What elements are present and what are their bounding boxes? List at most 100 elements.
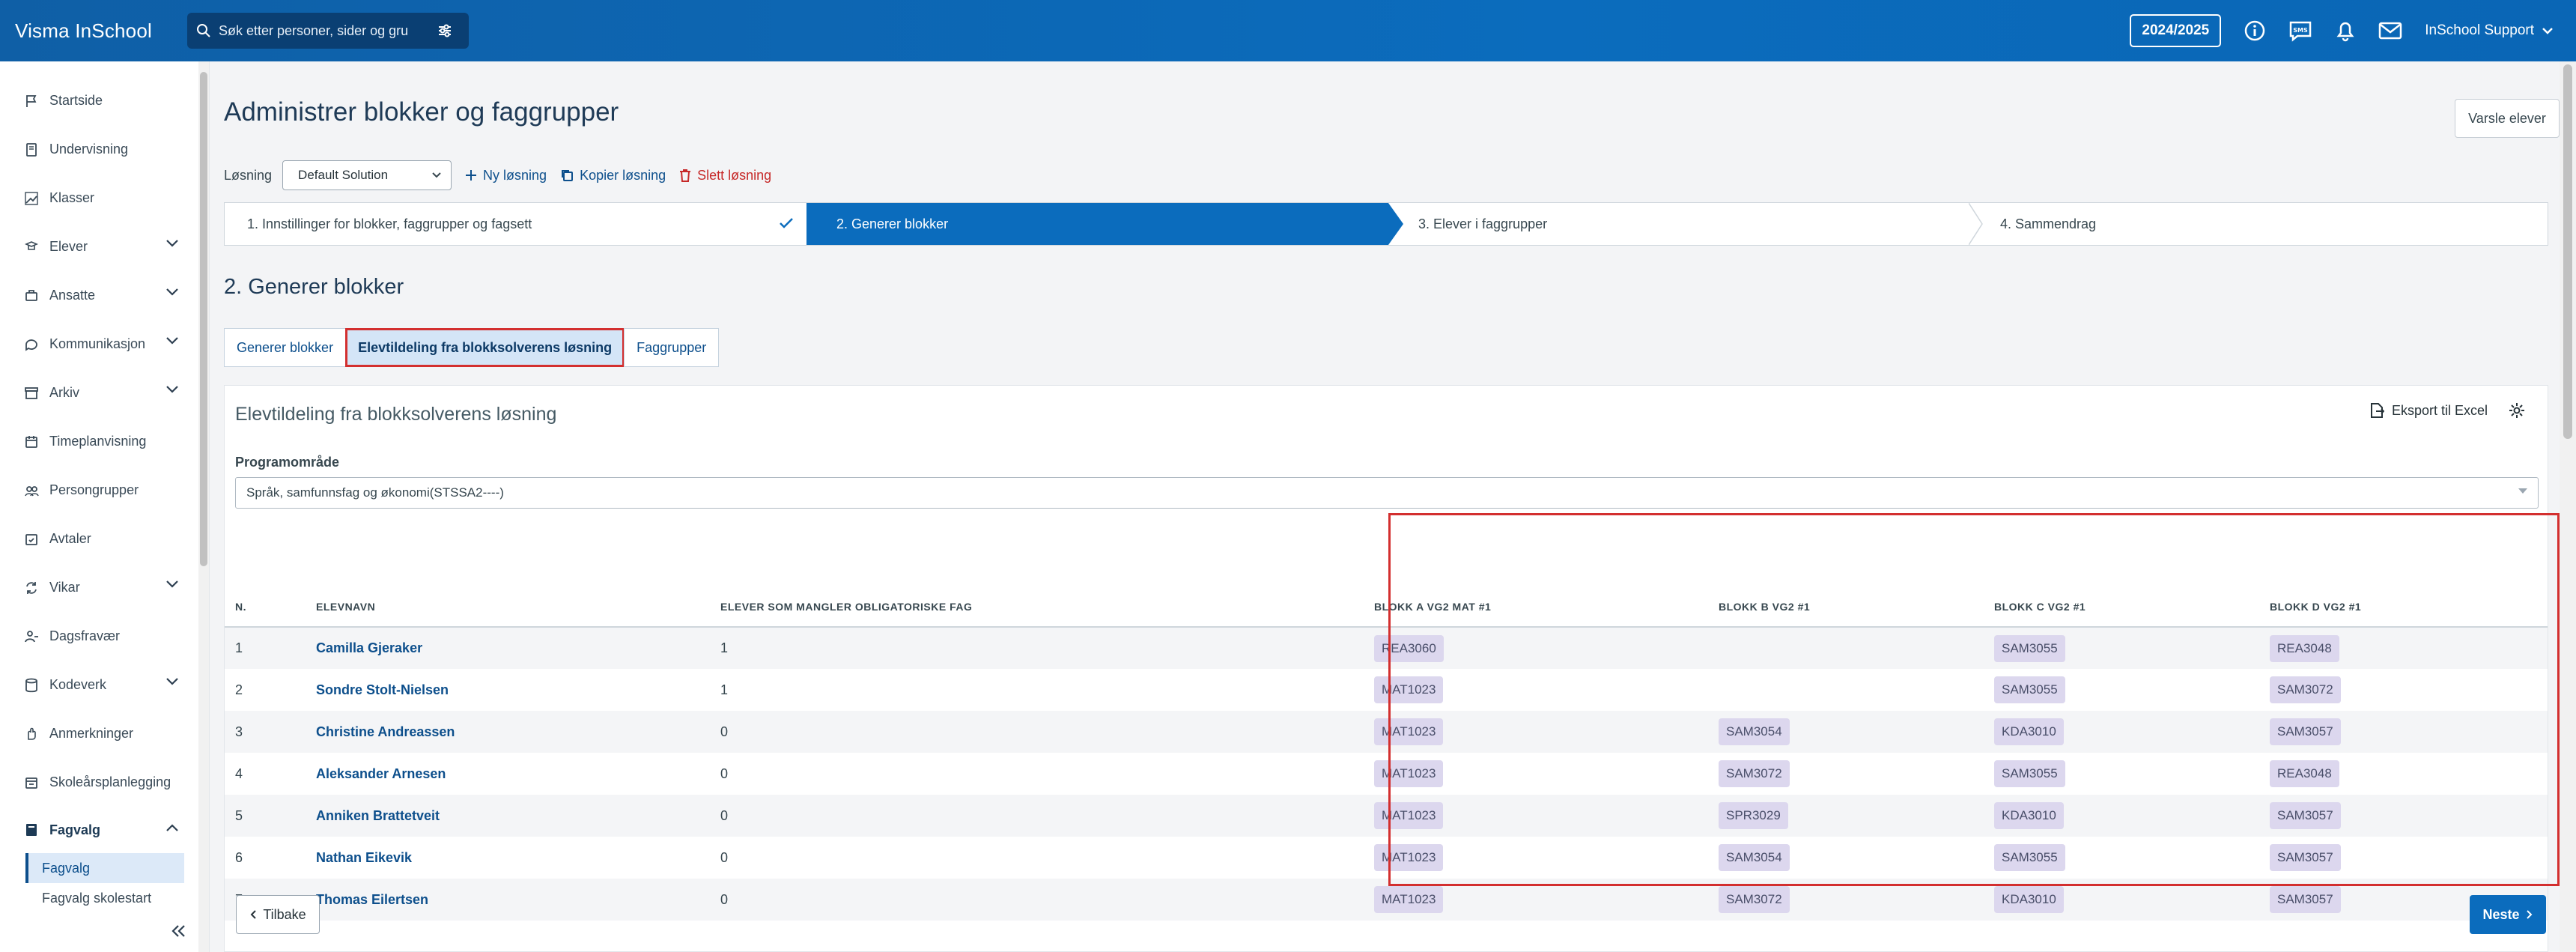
subject-chip[interactable]: SAM3072 xyxy=(1719,886,1790,913)
table-row: 3 Christine Andreassen 0 MAT1023 SAM3054 KDA3… xyxy=(225,711,2548,753)
student-name-link[interactable]: Camilla Gjeraker xyxy=(316,627,720,669)
tab-generer-blokker[interactable]: Generer blokker xyxy=(224,328,347,367)
student-name-link[interactable]: Anniken Brattetveit xyxy=(316,795,720,837)
subject-chip[interactable]: SAM3057 xyxy=(2270,844,2341,871)
sidebar-item-fagvalg[interactable]: Fagvalg xyxy=(0,807,209,853)
subject-chip[interactable]: SAM3054 xyxy=(1719,844,1790,871)
sidebar-item-vikar[interactable]: Vikar xyxy=(0,563,209,612)
subject-chip[interactable]: KDA3010 xyxy=(1994,802,2064,829)
back-button[interactable]: Tilbake xyxy=(236,895,320,934)
mail-icon[interactable] xyxy=(2378,21,2402,40)
solution-select[interactable]: Default Solution xyxy=(282,160,452,190)
sidebar-item-klasser[interactable]: Klasser xyxy=(0,174,209,222)
tab-faggrupper[interactable]: Faggrupper xyxy=(624,328,720,367)
subject-chip[interactable]: SAM3055 xyxy=(1994,844,2065,871)
student-name-link[interactable]: Thomas Eilertsen xyxy=(316,879,720,921)
column-header-block-d[interactable]: BLOKK D VG2 #1 xyxy=(2270,586,2548,628)
subject-chip[interactable]: SAM3057 xyxy=(2270,802,2341,829)
sidebar-subitem-fagvalg-skolestart[interactable]: Fagvalg skolestart xyxy=(25,883,184,913)
step-4[interactable]: 4. Sammendrag xyxy=(1970,203,2548,245)
sidebar-item-startside[interactable]: Startside xyxy=(0,76,209,125)
column-header-block-c[interactable]: BLOKK C VG2 #1 xyxy=(1994,586,2270,628)
subject-chip[interactable]: MAT1023 xyxy=(1374,676,1444,703)
subject-chip[interactable]: REA3048 xyxy=(2270,760,2339,787)
notify-students-button[interactable]: Varsle elever xyxy=(2455,99,2560,138)
sidebar-item-kommunikasjon[interactable]: Kommunikasjon xyxy=(0,320,209,369)
page-scrollbar[interactable] xyxy=(2560,61,2576,952)
subject-chip[interactable]: MAT1023 xyxy=(1374,844,1444,871)
filter-sliders-icon[interactable] xyxy=(437,23,452,38)
subject-chip[interactable]: KDA3010 xyxy=(1994,886,2064,913)
subject-chip[interactable]: MAT1023 xyxy=(1374,802,1444,829)
collapse-sidebar-icon[interactable] xyxy=(170,924,186,939)
subject-chip[interactable]: MAT1023 xyxy=(1374,760,1444,787)
sidebar-item-avtaler[interactable]: Avtaler xyxy=(0,515,209,563)
subject-chip[interactable]: SAM3055 xyxy=(1994,634,2065,662)
sidebar-subitem-fagvalg[interactable]: Fagvalg xyxy=(25,853,184,883)
delete-solution-label: Slett løsning xyxy=(697,167,772,183)
app-brand[interactable]: Visma InSchool xyxy=(15,19,172,43)
new-solution-button[interactable]: Ny løsning xyxy=(465,168,547,184)
column-header-number[interactable]: N. xyxy=(225,586,316,628)
subject-chip[interactable]: SAM3072 xyxy=(2270,676,2341,703)
user-menu[interactable]: InSchool Support xyxy=(2425,22,2554,39)
book-icon xyxy=(24,142,40,157)
student-name-link[interactable]: Aleksander Arnesen xyxy=(316,753,720,795)
sidebar-scroll-thumb[interactable] xyxy=(200,72,207,566)
gear-icon[interactable] xyxy=(2509,402,2525,419)
block-c-cell: KDA3010 xyxy=(1994,795,2270,837)
student-name-link[interactable]: Sondre Stolt-Nielsen xyxy=(316,669,720,711)
copy-solution-button[interactable]: Kopier løsning xyxy=(560,168,666,184)
subject-chip[interactable]: MAT1023 xyxy=(1374,718,1444,745)
chevron-right-icon xyxy=(2526,910,2532,919)
sidebar-item-dagsfravær[interactable]: Dagsfravær xyxy=(0,612,209,661)
export-excel-button[interactable]: Eksport til Excel xyxy=(2369,402,2488,419)
column-header-block-a[interactable]: BLOKK A VG2 MAT #1 xyxy=(1374,586,1719,628)
block-d-cell: SAM3072 xyxy=(2270,669,2548,711)
block-a-cell: MAT1023 xyxy=(1374,837,1719,879)
sidebar-item-kodeverk[interactable]: Kodeverk xyxy=(0,661,209,709)
sms-icon[interactable]: SMS xyxy=(2288,19,2312,42)
subject-chip[interactable]: MAT1023 xyxy=(1374,886,1444,913)
column-header-block-b[interactable]: BLOKK B VG2 #1 xyxy=(1719,586,1994,628)
sidebar-scrollbar[interactable] xyxy=(198,61,209,952)
sidebar-item-persongrupper[interactable]: Persongrupper xyxy=(0,466,209,515)
subject-chip[interactable]: SAM3072 xyxy=(1719,760,1790,787)
column-header-student-name[interactable]: ELEVNAVN xyxy=(316,586,720,628)
sidebar-item-ansatte[interactable]: Ansatte xyxy=(0,271,209,320)
step-2[interactable]: 2. Generer blokker xyxy=(806,203,1403,245)
sidebar-item-label: Avtaler xyxy=(49,531,91,546)
sidebar-item-arkiv[interactable]: Arkiv xyxy=(0,369,209,417)
subject-chip[interactable]: SAM3057 xyxy=(2270,886,2341,913)
search-icon xyxy=(197,24,210,37)
student-name-link[interactable]: Nathan Eikevik xyxy=(316,837,720,879)
sidebar-item-skoleårsplanlegging[interactable]: Skoleårsplanlegging xyxy=(0,758,209,807)
column-header-missing-subjects[interactable]: ELEVER SOM MANGLER OBLIGATORISKE FAG xyxy=(720,586,1374,628)
delete-solution-button[interactable]: Slett løsning xyxy=(679,168,771,184)
subject-chip[interactable]: SAM3055 xyxy=(1994,760,2065,787)
subject-chip[interactable]: SAM3054 xyxy=(1719,718,1790,745)
step-1[interactable]: 1. Innstillinger for blokker, faggrupper… xyxy=(225,203,821,245)
info-icon[interactable] xyxy=(2244,19,2266,42)
student-name-link[interactable]: Christine Andreassen xyxy=(316,711,720,753)
page-scroll-thumb[interactable] xyxy=(2563,64,2572,439)
table-row: 6 Nathan Eikevik 0 MAT1023 SAM3054 SAM3055 SAM… xyxy=(225,837,2548,879)
program-select[interactable]: Språk, samfunnsfag og økonomi(STSSA2----… xyxy=(235,477,2539,509)
bell-icon[interactable] xyxy=(2335,19,2356,42)
subject-chip[interactable]: SAM3055 xyxy=(1994,676,2065,703)
next-button[interactable]: Neste xyxy=(2470,895,2546,934)
sidebar-item-undervisning[interactable]: Undervisning xyxy=(0,125,209,174)
sidebar-item-anmerkninger[interactable]: Anmerkninger xyxy=(0,709,209,758)
block-d-cell: REA3048 xyxy=(2270,627,2548,669)
school-year-button[interactable]: 2024/2025 xyxy=(2130,14,2222,47)
subject-chip[interactable]: SPR3029 xyxy=(1719,802,1788,829)
tab-elevtildeling[interactable]: Elevtildeling fra blokksolverens løsning xyxy=(345,328,625,367)
subject-chip[interactable]: REA3060 xyxy=(1374,634,1444,662)
subject-chip[interactable]: SAM3057 xyxy=(2270,718,2341,745)
subject-chip[interactable]: REA3048 xyxy=(2270,634,2339,662)
search-input[interactable]: Søk etter personer, sider og gru xyxy=(187,13,469,49)
sidebar-item-timeplanvisning[interactable]: Timeplanvisning xyxy=(0,417,209,466)
sidebar-item-elever[interactable]: Elever xyxy=(0,222,209,271)
subject-chip[interactable]: KDA3010 xyxy=(1994,718,2064,745)
step-3[interactable]: 3. Elever i faggrupper xyxy=(1388,203,1983,245)
